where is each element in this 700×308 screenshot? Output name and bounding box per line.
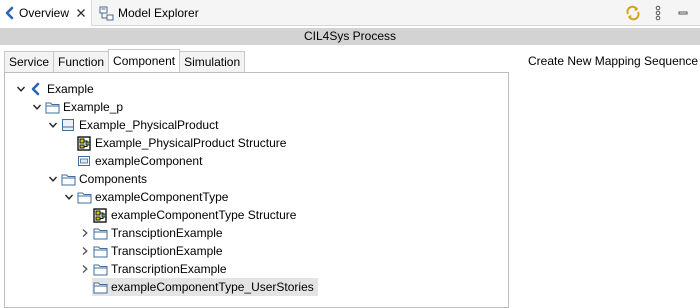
folder-icon — [76, 188, 92, 206]
tree-item-content[interactable]: Components — [60, 170, 151, 188]
page-title: CIL4Sys Process — [0, 28, 700, 45]
tree-item-label: Example_PhysicalProduct Structure — [95, 136, 287, 150]
cil4sys-chevron-icon — [28, 80, 44, 98]
tab-function[interactable]: Function — [53, 51, 110, 72]
tree-item[interactable]: Example — [14, 80, 98, 98]
tree-item-content[interactable]: Example — [28, 80, 98, 98]
tree-item-content[interactable]: Example_p — [44, 98, 127, 116]
view-tab-bar: Overview Model Explorer — [0, 0, 700, 26]
create-mapping-sequence-title: Create New Mapping Sequence — [528, 54, 699, 68]
tree-item[interactable]: exampleComponent — [62, 152, 206, 170]
tree-item[interactable]: Example_PhysicalProduct Structure — [62, 134, 290, 152]
chevron-down-icon[interactable] — [14, 80, 28, 98]
chevron-right-icon[interactable] — [78, 224, 92, 242]
structure-icon — [92, 206, 108, 224]
tree-item-label: exampleComponentType — [95, 190, 229, 204]
tab-service[interactable]: Service — [4, 51, 55, 72]
tree-item[interactable]: exampleComponentType — [62, 188, 232, 206]
tree-item-content[interactable]: TransciptionExample — [92, 224, 227, 242]
tree-item-content[interactable]: exampleComponentType_UserStories — [92, 278, 318, 296]
tree-item-label: exampleComponentType Structure — [111, 208, 297, 222]
tree-item[interactable]: TranscriptionExample — [78, 260, 231, 278]
tree-item-label: TransciptionExample — [111, 226, 223, 240]
chevron-right-icon[interactable] — [78, 260, 92, 278]
product-icon — [60, 116, 76, 134]
tree-item-label: Example_PhysicalProduct — [79, 118, 219, 132]
chevron-down-icon[interactable] — [46, 170, 60, 188]
process-tabs: Service Function Component Simulation — [4, 49, 246, 72]
tree-item-content[interactable]: TranscriptionExample — [92, 260, 231, 278]
tree-item-label: Components — [79, 172, 148, 186]
tree-item[interactable]: exampleComponentType Structure — [78, 206, 300, 224]
chevron-down-icon[interactable] — [30, 98, 44, 116]
tree-item[interactable]: Example_PhysicalProduct — [46, 116, 222, 134]
more-vertical-icon[interactable] — [647, 2, 669, 24]
tab-simulation[interactable]: Simulation — [179, 51, 246, 72]
tree-item-content[interactable]: Example_PhysicalProduct Structure — [76, 134, 290, 152]
tree-item-label: exampleComponent — [95, 154, 203, 168]
tree-item-label: TranscriptionExample — [111, 262, 227, 276]
tree-item[interactable]: TransciptionExample — [78, 242, 227, 260]
chevron-down-icon[interactable] — [46, 116, 60, 134]
cil4sys-chevron-icon — [2, 5, 18, 21]
tab-component[interactable]: Component — [108, 49, 181, 72]
sync-icon[interactable] — [622, 2, 644, 24]
folder-icon — [92, 260, 108, 278]
tab-model-explorer-label: Model Explorer — [118, 6, 199, 20]
close-icon[interactable] — [74, 6, 88, 20]
tree-item-label: Example — [47, 82, 94, 96]
tab-overview[interactable]: Overview — [0, 0, 92, 26]
minimize-icon[interactable] — [672, 2, 694, 24]
folder-icon — [92, 278, 108, 296]
chevron-right-icon[interactable] — [78, 242, 92, 260]
component-tree[interactable]: Example Example_p Example_PhysicalProduct E… — [4, 72, 509, 308]
tree-item-label: exampleComponentType_UserStories — [111, 280, 314, 294]
folder-icon — [92, 242, 108, 260]
tree-item[interactable]: TransciptionExample — [78, 224, 227, 242]
tree-item-content[interactable]: TransciptionExample — [92, 242, 227, 260]
chevron-down-icon[interactable] — [62, 188, 76, 206]
tree-item[interactable]: Example_p — [30, 98, 127, 116]
tree-item-content[interactable]: Example_PhysicalProduct — [60, 116, 222, 134]
model-explorer-icon — [98, 5, 114, 21]
component-icon — [76, 152, 92, 170]
tab-model-explorer[interactable]: Model Explorer — [96, 0, 199, 26]
tree-item-content[interactable]: exampleComponent — [76, 152, 206, 170]
tree-item-label: TransciptionExample — [111, 244, 223, 258]
folder-icon — [60, 170, 76, 188]
tree-item-label: Example_p — [63, 100, 124, 114]
structure-icon — [76, 134, 92, 152]
tree-item[interactable]: Components — [46, 170, 151, 188]
tab-overview-label: Overview — [19, 6, 70, 20]
tree-item[interactable]: exampleComponentType_UserStories — [78, 278, 318, 296]
folder-icon — [92, 224, 108, 242]
folder-icon — [44, 98, 60, 116]
view-toolbar — [622, 0, 700, 26]
tree-item-content[interactable]: exampleComponentType — [76, 188, 232, 206]
tree-item-content[interactable]: exampleComponentType Structure — [92, 206, 300, 224]
